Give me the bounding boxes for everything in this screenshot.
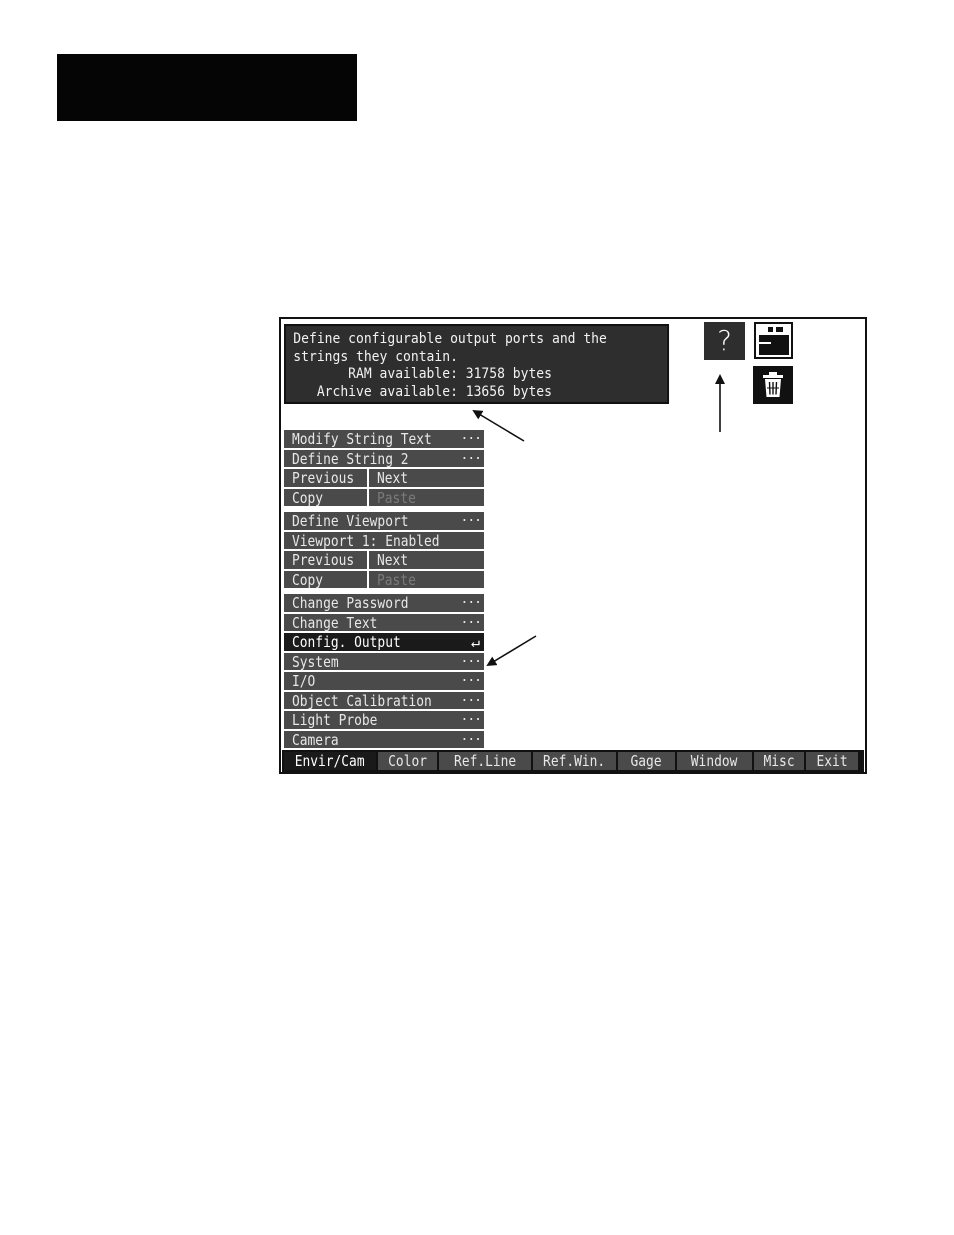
string-next-button[interactable]: Next (369, 469, 484, 487)
environment-menu: Change Password ... Change Text ... Conf… (284, 594, 484, 750)
define-string-item[interactable]: Define String 2 ... (284, 449, 484, 467)
ellipsis-icon: ... (460, 512, 483, 525)
help-button[interactable]: ? (704, 322, 745, 360)
message-line-4: Archive available: 13656 bytes (293, 383, 552, 400)
viewport-copy-button[interactable]: Copy (284, 570, 367, 588)
viewport-next-button[interactable]: Next (369, 551, 484, 569)
tab-exit[interactable]: Exit (806, 752, 858, 770)
system-item[interactable]: System ... (284, 652, 484, 670)
viewport-paste-button: Paste (369, 570, 484, 588)
change-password-item[interactable]: Change Password ... (284, 594, 484, 612)
window-layout-button[interactable] (754, 322, 793, 359)
viewport-previous-button[interactable]: Previous (284, 551, 367, 569)
trash-button[interactable] (753, 366, 793, 404)
ellipsis-icon: ... (460, 730, 483, 744)
viewport-status-item[interactable]: Viewport 1: Enabled (284, 531, 484, 549)
message-line-2: strings they contain. (293, 348, 458, 365)
string-menu: Modify String Text ... Define String 2 .… (284, 430, 484, 508)
tab-envir-cam[interactable]: Envir/Cam (284, 752, 376, 770)
ellipsis-icon: ... (460, 652, 483, 666)
tab-window[interactable]: Window (677, 752, 752, 770)
config-output-item[interactable]: Config. Output ↵ (284, 633, 484, 651)
question-mark-icon: ? (717, 324, 732, 357)
io-item[interactable]: I/O ... (284, 672, 484, 690)
main-tab-bar: Envir/Cam Color Ref.Line Ref.Win. Gage W… (282, 750, 864, 772)
string-copy-button[interactable]: Copy (284, 488, 367, 506)
ellipsis-icon: ... (460, 594, 483, 607)
modify-string-text-item[interactable]: Modify String Text ... (284, 430, 484, 448)
ellipsis-icon: ... (460, 613, 483, 627)
chapter-header-block (57, 54, 357, 121)
tab-color[interactable]: Color (378, 752, 437, 770)
ellipsis-icon: ... (460, 691, 483, 705)
camera-item[interactable]: Camera ... (284, 730, 484, 748)
string-previous-button[interactable]: Previous (284, 469, 367, 487)
tab-ref-line[interactable]: Ref.Line (439, 752, 531, 770)
tab-ref-win[interactable]: Ref.Win. (533, 752, 616, 770)
message-line-3: RAM available: 31758 bytes (293, 366, 552, 382)
light-probe-item[interactable]: Light Probe ... (284, 711, 484, 729)
trash-can-icon (763, 372, 783, 397)
viewport-menu: Define Viewport ... Viewport 1: Enabled … (284, 512, 484, 590)
ellipsis-icon: ... (460, 449, 483, 463)
object-calibration-item[interactable]: Object Calibration ... (284, 691, 484, 709)
ellipsis-icon: ... (460, 430, 483, 443)
ellipsis-icon: ... (460, 711, 483, 724)
message-line-1: Define configurable output ports and the (293, 331, 607, 347)
tab-misc[interactable]: Misc (754, 752, 804, 770)
tab-gage[interactable]: Gage (618, 752, 675, 770)
define-viewport-item[interactable]: Define Viewport ... (284, 512, 484, 530)
string-paste-button: Paste (369, 488, 484, 506)
ellipsis-icon: ... (460, 672, 483, 685)
message-panel: Define configurable output ports and the… (284, 324, 670, 404)
change-text-item[interactable]: Change Text ... (284, 613, 484, 631)
enter-icon: ↵ (470, 633, 480, 651)
